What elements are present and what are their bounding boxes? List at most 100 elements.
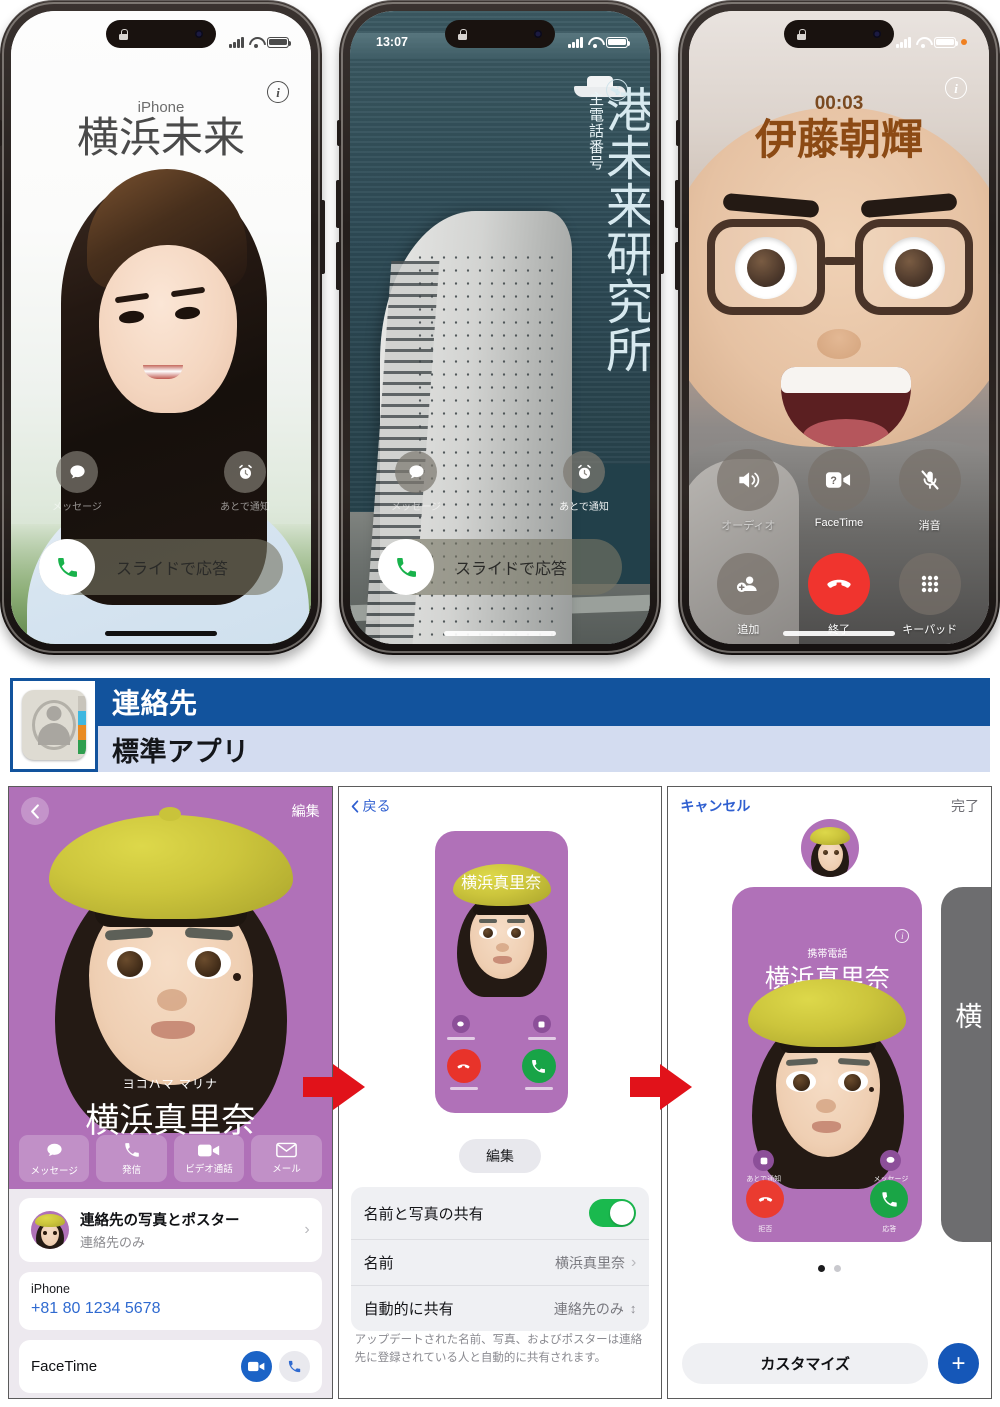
customize-button[interactable]: カスタマイズ bbox=[682, 1343, 929, 1384]
phone-value[interactable]: +81 80 1234 5678 bbox=[31, 1300, 310, 1318]
phone-1-screen: i iPhone 横浜未来 メッセージ あとで通知 スライドで応答 bbox=[11, 11, 311, 644]
silent-switch[interactable] bbox=[337, 120, 341, 146]
poster-edit-button[interactable]: 編集 bbox=[459, 1139, 541, 1173]
power-button[interactable] bbox=[320, 200, 325, 274]
poster-info-icon[interactable]: i bbox=[895, 929, 910, 943]
phone-number-card[interactable]: iPhone +81 80 1234 5678 bbox=[19, 1272, 322, 1330]
memoji-nose bbox=[157, 989, 187, 1011]
facetime-audio-button[interactable] bbox=[278, 1351, 310, 1382]
call-secondary-actions-2: メッセージ あとで通知 bbox=[350, 451, 650, 513]
home-indicator[interactable] bbox=[783, 631, 895, 636]
back-button[interactable] bbox=[21, 797, 49, 825]
facetime-button[interactable]: ? FaceTime bbox=[807, 449, 870, 533]
volume-up-button[interactable] bbox=[0, 180, 2, 228]
back-label[interactable]: 戻る bbox=[363, 796, 391, 816]
done-button[interactable]: 完了 bbox=[951, 796, 979, 816]
cancel-button[interactable]: キャンセル bbox=[680, 796, 750, 816]
remind-later-action[interactable]: あとで通知 bbox=[209, 451, 281, 513]
accept-call-icon bbox=[521, 1049, 556, 1083]
home-indicator[interactable] bbox=[444, 631, 556, 636]
silent-switch[interactable] bbox=[676, 120, 680, 146]
poster-message[interactable]: メッセージ bbox=[873, 1150, 908, 1184]
quick-action-label: メール bbox=[272, 1164, 301, 1175]
incoming-call-ui-1: i iPhone 横浜未来 メッセージ あとで通知 スライドで応答 bbox=[11, 11, 311, 644]
memoji-mouth bbox=[151, 1021, 195, 1039]
facetime-row: FaceTime bbox=[19, 1340, 322, 1393]
edit-button[interactable]: 編集 bbox=[292, 801, 320, 821]
status-indicators bbox=[896, 36, 967, 48]
home-indicator[interactable] bbox=[105, 631, 217, 636]
decline-call-icon bbox=[746, 1180, 785, 1218]
svg-text:?: ? bbox=[831, 475, 837, 487]
setting-label: 名前 bbox=[363, 1255, 394, 1272]
banner-title-row: 連絡先 bbox=[98, 678, 990, 726]
add-poster-button[interactable]: + bbox=[938, 1343, 980, 1384]
volume-up-button[interactable] bbox=[675, 180, 680, 228]
accept-call-icon bbox=[870, 1180, 909, 1218]
keypad-icon bbox=[898, 553, 961, 615]
remind-later-action[interactable]: あとで通知 bbox=[548, 451, 620, 513]
poster-accept[interactable]: 応答 bbox=[870, 1180, 909, 1234]
contact-details-list: 連絡先の写真とポスター 連絡先のみ › iPhone +81 80 1234 5… bbox=[9, 1189, 332, 1398]
poster-remind-later[interactable]: あとで通知 bbox=[746, 1150, 781, 1184]
poster-card-next[interactable]: 横 bbox=[941, 887, 992, 1242]
phone-label: iPhone bbox=[31, 1282, 70, 1296]
slide-to-answer-slider[interactable]: スライドで応答 bbox=[39, 539, 283, 595]
add-call-button[interactable]: 追加 bbox=[717, 553, 780, 637]
setting-row-auto-share[interactable]: 自動的に共有 連絡先のみ ↕ bbox=[350, 1285, 650, 1331]
volume-up-button[interactable] bbox=[336, 180, 341, 228]
quick-action-video[interactable]: ビデオ通話 bbox=[173, 1135, 245, 1182]
slide-to-answer-slider[interactable]: スライドで応答 bbox=[378, 539, 622, 595]
poster-message-mini[interactable] bbox=[446, 1015, 475, 1040]
keypad-button[interactable]: キーパッド bbox=[898, 553, 961, 637]
volume-down-button[interactable] bbox=[0, 242, 2, 290]
flow-arrow-1 bbox=[303, 1064, 365, 1110]
contact-poster-header: 編集 ヨコハマ マリナ 横浜真里奈 メッセージ 発信 ビデオ通話 メール bbox=[9, 787, 332, 1189]
poster-answer-row bbox=[446, 1049, 556, 1090]
poster-accept-button[interactable] bbox=[521, 1049, 556, 1090]
volume-down-button[interactable] bbox=[336, 242, 341, 290]
poster-remind-mini[interactable] bbox=[527, 1015, 556, 1040]
power-button[interactable] bbox=[659, 200, 664, 274]
back-nav[interactable]: 戻る bbox=[351, 796, 391, 816]
phone-row[interactable]: iPhone +81 80 1234 5678 bbox=[19, 1272, 322, 1330]
phone-1-incoming-call: i iPhone 横浜未来 メッセージ あとで通知 スライドで応答 bbox=[0, 0, 325, 655]
volume-down-button[interactable] bbox=[675, 242, 680, 290]
remind-message-action[interactable]: メッセージ bbox=[41, 451, 113, 513]
facetime-video-button[interactable] bbox=[240, 1351, 272, 1382]
memoji-pupil-right bbox=[195, 951, 221, 977]
phone-handset-icon[interactable] bbox=[39, 539, 95, 595]
audio-output-button[interactable]: オーディオ bbox=[717, 449, 780, 533]
contact-poster-preview[interactable]: 横浜真里奈 bbox=[434, 831, 568, 1113]
page-dot[interactable] bbox=[834, 1265, 842, 1272]
quick-action-mail[interactable]: メール bbox=[251, 1135, 322, 1182]
poster-decline-button[interactable] bbox=[446, 1049, 481, 1090]
phone-3-screen: i 00:03 伊藤朝輝 オーディオ ? FaceTime 消音 追加 終了 キ… bbox=[689, 11, 989, 644]
poster-buttons bbox=[446, 1015, 556, 1099]
wifi-icon bbox=[249, 37, 262, 48]
phone-handset-icon[interactable] bbox=[378, 539, 434, 595]
memoji-eyebrow-right bbox=[506, 919, 525, 923]
facetime-label: FaceTime bbox=[31, 1358, 98, 1375]
silent-switch[interactable] bbox=[0, 120, 2, 146]
video-icon bbox=[247, 1361, 265, 1372]
phone-2-incoming-call: 13:07 i 主電話番号 港未来研究所 メッセージ あとで通知 スライドで応答 bbox=[336, 0, 664, 655]
poster-card-current[interactable]: i 携帯電話 横浜真里奈 あとで通知 bbox=[732, 887, 923, 1242]
remind-message-action[interactable]: メッセージ bbox=[380, 451, 452, 513]
quick-action-message[interactable]: メッセージ bbox=[19, 1135, 90, 1182]
mute-button[interactable]: 消音 bbox=[898, 449, 961, 533]
stepper-updown-icon[interactable]: ↕ bbox=[630, 1302, 637, 1315]
page-dot-active[interactable] bbox=[818, 1265, 826, 1272]
end-call-button[interactable]: 終了 bbox=[807, 553, 870, 637]
poster-row[interactable]: 連絡先の写真とポスター 連絡先のみ › bbox=[19, 1198, 322, 1262]
setting-row-share-toggle[interactable]: 名前と写真の共有 bbox=[351, 1187, 650, 1239]
quick-action-call[interactable]: 発信 bbox=[96, 1135, 167, 1182]
poster-settings-card[interactable]: 連絡先の写真とポスター 連絡先のみ › bbox=[19, 1198, 322, 1262]
poster-decline[interactable]: 拒否 bbox=[746, 1180, 785, 1234]
share-name-photo-toggle[interactable] bbox=[589, 1199, 637, 1227]
setting-row-name[interactable]: 名前 横浜真里奈 › bbox=[350, 1239, 650, 1285]
label-placeholder-bar bbox=[524, 1087, 553, 1090]
poster-mini-actions: あとで通知 メッセージ bbox=[746, 1150, 908, 1184]
memoji-avatar-small[interactable] bbox=[800, 819, 859, 877]
control-label: 消音 bbox=[918, 520, 941, 532]
